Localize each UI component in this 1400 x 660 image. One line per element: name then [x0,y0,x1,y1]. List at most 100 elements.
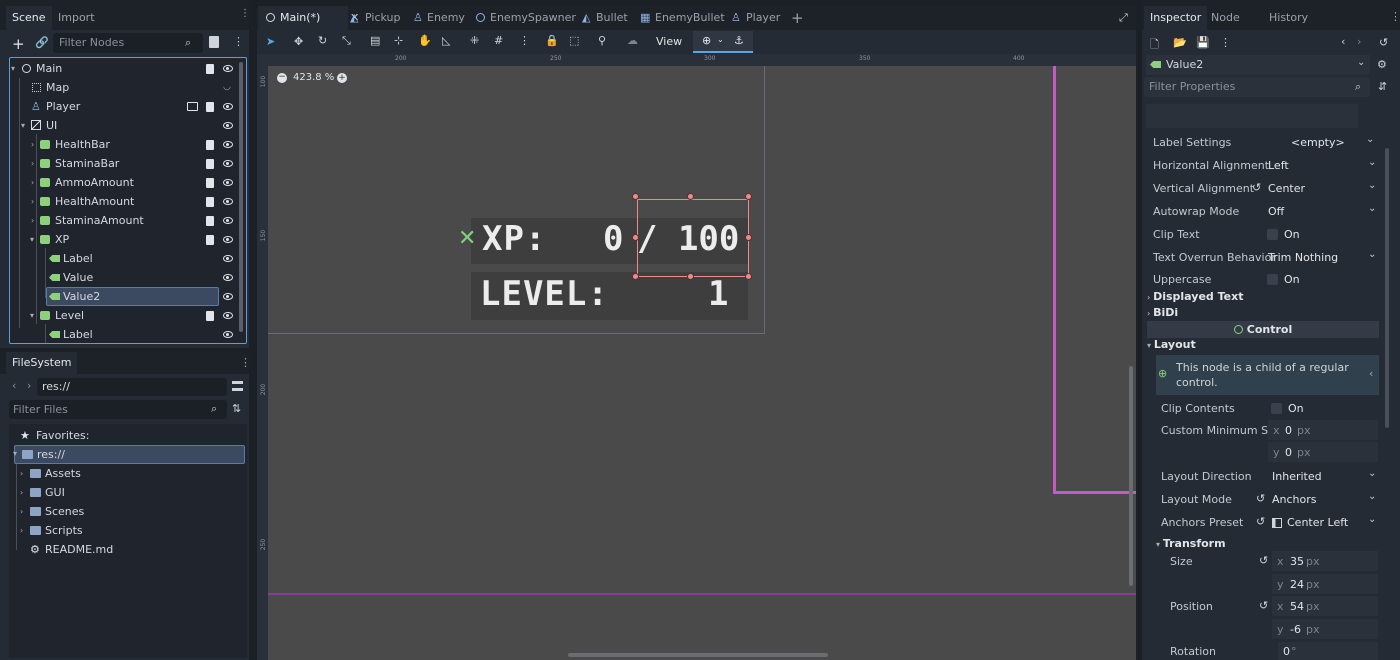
grid-snap-icon[interactable]: # [494,34,503,47]
tree-item-ui[interactable]: ▾ UI [10,116,246,135]
back-icon[interactable]: ‹ [12,379,16,392]
visibility-eye-icon[interactable] [223,160,233,167]
filesystem-menu-icon[interactable]: ⋮ [240,356,251,369]
script-icon[interactable] [206,216,214,226]
folder-scripts[interactable]: › Scripts [20,521,240,540]
save-icon[interactable]: 💾 [1196,36,1210,49]
script-icon[interactable] [206,64,214,74]
viewport-scrollbar-v[interactable] [1129,366,1133,586]
tree-item-map[interactable]: Map ◡ [10,78,246,97]
tree-item-label-2[interactable]: Label [10,325,246,343]
section-transform[interactable]: ▾ Transform [1156,536,1226,552]
folder-gui[interactable]: › GUI [20,483,240,502]
pivot-tool-icon[interactable]: ⊹ [394,34,403,47]
tree-item-staminabar[interactable]: › StaminaBar [10,154,246,173]
add-anchor-icon[interactable]: ⊕ [702,34,711,47]
tab-filesystem[interactable]: FileSystem [6,352,78,374]
pan-tool-icon[interactable]: ✋ [418,34,432,47]
smart-snap-icon[interactable]: ⁜ [470,34,479,47]
resize-handle-w[interactable] [632,234,639,241]
filter-properties-input[interactable]: Filter Properties [1144,77,1370,97]
toggle-split-icon[interactable] [232,381,243,391]
view-menu-button[interactable]: View [656,35,682,48]
add-node-icon[interactable]: + [12,35,25,53]
chevron-down-icon[interactable]: ⌄ [717,35,724,44]
resize-handle-ne[interactable] [745,193,752,200]
zoom-level[interactable]: 423.8 % [293,72,334,83]
load-resource-icon[interactable]: 📂 [1173,36,1187,49]
visibility-eye-icon[interactable] [223,103,233,110]
tree-item-staminaamount[interactable]: › StaminaAmount [10,211,246,230]
object-selector[interactable]: Value2 ⌄ [1146,55,1370,75]
object-settings-icon[interactable]: ⚙ [1377,58,1387,71]
resize-handle-se[interactable] [745,273,752,280]
new-resource-icon[interactable]: 🗋 [1150,36,1159,55]
script-icon[interactable] [206,140,214,150]
tab-enemybullet[interactable]: ▦ EnemyBullet [633,6,731,30]
visibility-eye-icon[interactable] [223,65,233,72]
ruler-tool-icon[interactable]: ◺ [442,34,450,47]
tab-enemyspawner[interactable]: EnemySpawner [470,6,582,30]
cloud-icon[interactable]: ☁ [627,34,638,47]
history-forward-icon[interactable]: › [1357,35,1361,48]
tree-item-healthbar[interactable]: › HealthBar [10,135,246,154]
tree-item-main[interactable]: ▾ Main [10,59,246,78]
tab-import[interactable]: Import [52,6,101,30]
instance-scene-icon[interactable]: 🔗 [35,36,49,49]
visibility-eye-icon[interactable] [223,274,233,281]
revert-icon[interactable]: ↺ [1256,515,1265,528]
revert-icon[interactable]: ↺ [1252,181,1261,194]
script-icon[interactable] [206,102,214,112]
anchor-toolbar[interactable]: ⊕ ⌄ ⚓ [693,31,753,53]
folder-scenes[interactable]: › Scenes [20,502,240,521]
file-readme[interactable]: ⚙ README.md [20,540,240,559]
tab-pickup[interactable]: ◭ Pickup [343,6,406,30]
script-icon[interactable] [206,197,214,207]
visibility-eye-icon[interactable] [223,179,233,186]
list-select-icon[interactable]: ▤ [370,34,380,47]
zoom-in-icon[interactable]: + [337,73,347,83]
viewport-scrollbar-h[interactable] [568,653,828,657]
tab-bullet[interactable]: ◭ Bullet [576,6,634,30]
favorites-item[interactable]: ★ Favorites: [20,426,240,445]
resize-handle-e[interactable] [745,234,752,241]
distraction-free-icon[interactable]: ⤢ [1119,11,1128,25]
move-tool-icon[interactable]: ✥ [294,35,303,48]
folder-assets[interactable]: › Assets [20,464,240,483]
tab-scene[interactable]: Scene [6,6,52,30]
section-bidi[interactable]: › BiDi [1147,305,1379,321]
visibility-eye-icon[interactable] [223,217,233,224]
section-displayed-text[interactable]: › Displayed Text [1147,289,1379,305]
scale-tool-icon[interactable]: ⤡ [342,34,351,48]
resize-handle-s[interactable] [687,273,694,280]
filter-files-input[interactable]: Filter Files [9,400,227,419]
tab-inspector[interactable]: Inspector [1144,6,1208,30]
visibility-eye-icon[interactable] [223,331,233,338]
tree-item-xp[interactable]: ▾ XP [10,230,246,249]
tree-item-ammoamount[interactable]: › AmmoAmount [10,173,246,192]
script-icon[interactable] [206,159,214,169]
revert-icon[interactable]: ↺ [1259,554,1268,567]
tab-main[interactable]: Main(*) ✕ [258,6,359,30]
revert-icon[interactable]: ↺ [1256,492,1265,505]
pivot-icon[interactable]: ✕ [458,228,476,250]
filter-nodes-input[interactable]: Filter Nodes [53,33,203,53]
resize-handle-n[interactable] [687,193,694,200]
tab-history[interactable]: History [1263,6,1314,30]
history-back-icon[interactable]: ‹ [1341,35,1345,48]
attach-script-icon[interactable] [209,36,219,48]
lock-icon[interactable]: 🔒 [545,34,559,47]
selection-rect[interactable] [637,199,749,277]
visibility-eye-icon[interactable] [223,122,233,129]
tree-item-value2-selected[interactable]: Value2 [10,287,246,306]
visibility-eye-icon[interactable] [223,236,233,243]
inspector-menu-icon[interactable]: ⋮ [1390,10,1400,23]
script-icon[interactable] [206,235,214,245]
hidden-icon[interactable]: ◡ [223,78,231,97]
zoom-out-icon[interactable]: − [277,73,287,83]
res-root-selected[interactable]: ▾ res:// [13,445,245,464]
visibility-eye-icon[interactable] [223,198,233,205]
anchor-icon[interactable]: ⚓ [734,34,744,47]
tree-item-level[interactable]: ▾ Level [10,306,246,325]
revert-icon[interactable]: ↺ [1259,599,1268,612]
